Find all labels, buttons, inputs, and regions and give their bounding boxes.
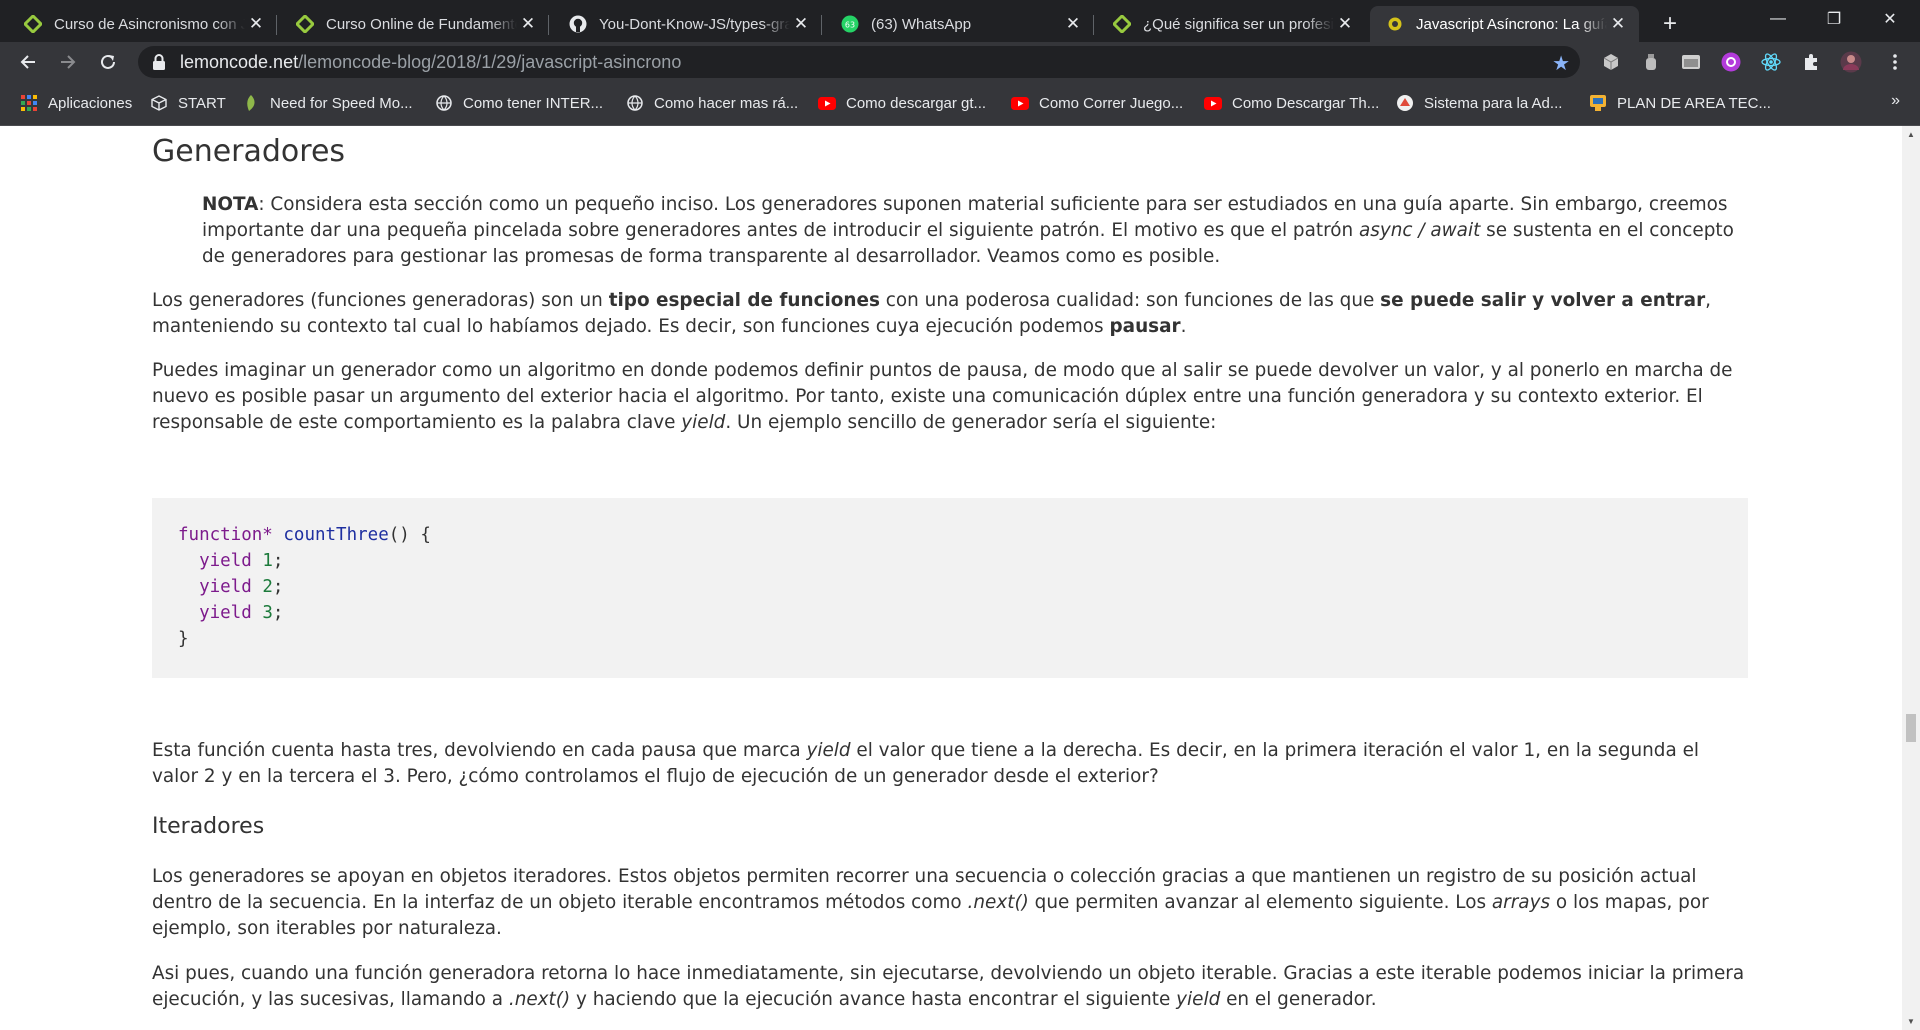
tab-close-icon[interactable]: ✕ bbox=[245, 13, 267, 35]
github-icon bbox=[569, 15, 587, 33]
tab-close-icon[interactable]: ✕ bbox=[1607, 13, 1629, 35]
tab-javascript-asincrono[interactable]: Javascript Asíncrono: La guía definitiva… bbox=[1370, 6, 1639, 42]
reload-icon[interactable] bbox=[92, 46, 124, 78]
url-path: /lemoncode-blog/2018/1/29/javascript-asi… bbox=[298, 51, 682, 72]
code-block: function* countThree() { yield 1; yield … bbox=[152, 498, 1748, 678]
bookmark-como-hacer-mas[interactable]: Como hacer mas rá... bbox=[626, 92, 798, 114]
globe-icon bbox=[626, 94, 644, 112]
heading-iteradores: Iteradores bbox=[152, 814, 265, 839]
bookmark-label: Sistema para la Ad... bbox=[1424, 94, 1563, 112]
plan-icon bbox=[1589, 94, 1607, 112]
tab-whatsapp[interactable]: 63 (63) WhatsApp ✕ bbox=[825, 6, 1094, 42]
tab-title: (63) WhatsApp bbox=[871, 15, 972, 33]
bookmark-label: Como descargar gt... bbox=[846, 94, 987, 112]
paragraph-generadores-intro: Los generadores (funciones generadoras) … bbox=[152, 290, 1712, 337]
platzi-icon bbox=[1113, 15, 1131, 33]
system-icon bbox=[1396, 94, 1414, 112]
back-arrow-icon[interactable] bbox=[12, 46, 44, 78]
bookmark-como-descargar-th[interactable]: Como Descargar Th... bbox=[1204, 92, 1379, 114]
tab-close-icon[interactable]: ✕ bbox=[517, 13, 539, 35]
bookmarks-bar: Aplicaciones START Need for Speed Mo... … bbox=[0, 82, 1920, 126]
tab-close-icon[interactable]: ✕ bbox=[1062, 13, 1084, 35]
bookmark-label: Aplicaciones bbox=[48, 94, 133, 112]
paragraph-generadores-pausa: Puedes imaginar un generador como un alg… bbox=[152, 360, 1733, 433]
bookmarks-overflow-icon[interactable]: » bbox=[1891, 92, 1900, 110]
bookmark-sistema-administracion[interactable]: Sistema para la Ad... bbox=[1396, 92, 1562, 114]
url-text: lemoncode.net/lemoncode-blog/2018/1/29/j… bbox=[180, 52, 681, 73]
new-tab-button[interactable]: + bbox=[1654, 8, 1686, 40]
tab-github[interactable]: You-Dont-Know-JS/types-grammar ✕ bbox=[553, 6, 822, 42]
tab-strip: Curso de Asincronismo con JavaScript ✕ C… bbox=[0, 0, 1920, 42]
tab-title: You-Dont-Know-JS/types-grammar bbox=[599, 15, 790, 33]
paragraph-iteradores: Los generadores se apoyan en objetos ite… bbox=[152, 866, 1709, 939]
youtube-icon bbox=[1011, 94, 1029, 112]
close-window-button[interactable]: ✕ bbox=[1862, 0, 1918, 38]
apps-grid-icon bbox=[20, 94, 38, 112]
scrollbar-thumb[interactable] bbox=[1906, 714, 1916, 742]
tab-profesional[interactable]: ¿Qué significa ser un profesional? ✕ bbox=[1097, 6, 1366, 42]
tab-close-icon[interactable]: ✕ bbox=[790, 13, 812, 35]
heading-generadores: Generadores bbox=[152, 134, 346, 169]
bookmark-label: Como Descargar Th... bbox=[1232, 94, 1380, 112]
tab-title: Javascript Asíncrono: La guía definitiva bbox=[1416, 15, 1607, 33]
browser-toolbar: lemoncode.net/lemoncode-blog/2018/1/29/j… bbox=[0, 42, 1920, 82]
tab-title: ¿Qué significa ser un profesional? bbox=[1143, 15, 1334, 33]
bookmark-label: Como Correr Juego... bbox=[1039, 94, 1184, 112]
whatsapp-icon: 63 bbox=[841, 15, 859, 33]
paragraph-asi-pues: Asi pues, cuando una función generadora … bbox=[152, 963, 1745, 1010]
lemoncode-icon bbox=[1386, 15, 1404, 33]
bookmark-como-tener-inter[interactable]: Como tener INTER... bbox=[435, 92, 603, 114]
paragraph-count-three: Esta función cuenta hasta tres, devolvie… bbox=[152, 740, 1700, 787]
bookmark-plan-de-area[interactable]: PLAN DE AREA TEC... bbox=[1589, 92, 1771, 114]
youtube-icon bbox=[1204, 94, 1222, 112]
forward-arrow-icon[interactable] bbox=[52, 46, 84, 78]
extensions-puzzle-icon[interactable] bbox=[1800, 51, 1822, 73]
bookmark-como-correr-juego[interactable]: Como Correr Juego... bbox=[1011, 92, 1183, 114]
platzi-icon bbox=[24, 15, 42, 33]
profile-avatar[interactable] bbox=[1840, 51, 1862, 73]
bookmark-como-descargar-gt[interactable]: Como descargar gt... bbox=[818, 92, 986, 114]
bookmark-star-icon[interactable]: ★ bbox=[1552, 51, 1570, 76]
extension-purple-icon[interactable] bbox=[1720, 51, 1742, 73]
bookmark-label: START bbox=[178, 94, 226, 112]
bookmark-label: Need for Speed Mo... bbox=[270, 94, 413, 112]
bookmark-need-for-speed[interactable]: Need for Speed Mo... bbox=[242, 92, 413, 114]
nfs-icon bbox=[242, 94, 260, 112]
browser-menu-icon[interactable] bbox=[1884, 51, 1906, 73]
bookmark-label: Como hacer mas rá... bbox=[654, 94, 799, 112]
bookmark-label: PLAN DE AREA TEC... bbox=[1617, 94, 1771, 112]
extension-bottle-icon[interactable] bbox=[1640, 51, 1662, 73]
page-scrollbar[interactable]: ▲ ▼ bbox=[1902, 126, 1920, 1030]
page-viewport: Generadores NOTA: Considera esta sección… bbox=[0, 126, 1902, 1030]
tab-asincronismo[interactable]: Curso de Asincronismo con JavaScript ✕ bbox=[8, 6, 277, 42]
bookmark-label: Como tener INTER... bbox=[463, 94, 604, 112]
note-blockquote: NOTA: Considera esta sección como un peq… bbox=[202, 194, 1734, 267]
restore-button[interactable]: ❐ bbox=[1806, 0, 1862, 38]
globe-icon bbox=[435, 94, 453, 112]
youtube-icon bbox=[818, 94, 836, 112]
react-devtools-icon[interactable] bbox=[1760, 51, 1782, 73]
bookmark-aplicaciones[interactable]: Aplicaciones bbox=[20, 92, 132, 114]
tab-close-icon[interactable]: ✕ bbox=[1334, 13, 1356, 35]
scroll-down-arrow-icon[interactable]: ▼ bbox=[1902, 1013, 1920, 1030]
svg-text:63: 63 bbox=[845, 21, 855, 30]
tab-title: Curso Online de Fundamentos de JavaScrip… bbox=[326, 15, 517, 33]
minimize-button[interactable]: — bbox=[1750, 0, 1806, 38]
bookmark-start[interactable]: START bbox=[150, 92, 226, 114]
note-label: NOTA bbox=[202, 194, 259, 215]
tab-title: Curso de Asincronismo con JavaScript bbox=[54, 15, 245, 33]
extension-cube-icon[interactable] bbox=[1600, 51, 1622, 73]
url-host: lemoncode.net bbox=[180, 51, 299, 72]
tab-fundamentos[interactable]: Curso Online de Fundamentos de JavaScrip… bbox=[280, 6, 549, 42]
extension-window-icon[interactable] bbox=[1680, 51, 1702, 73]
cube-icon bbox=[150, 94, 168, 112]
address-bar[interactable]: lemoncode.net/lemoncode-blog/2018/1/29/j… bbox=[138, 46, 1580, 78]
platzi-icon bbox=[296, 15, 314, 33]
scroll-up-arrow-icon[interactable]: ▲ bbox=[1902, 126, 1920, 143]
lock-icon[interactable] bbox=[152, 54, 166, 70]
